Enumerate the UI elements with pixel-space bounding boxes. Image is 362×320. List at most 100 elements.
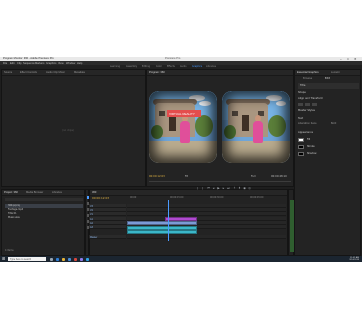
timeline-clip-video[interactable] [127,221,197,225]
section-align: Align and Transform [298,97,323,100]
stroke-swatch[interactable] [298,145,304,149]
track-header-master[interactable]: Master [89,235,126,239]
tab-essential-graphics[interactable]: Essential Graphics [297,71,319,74]
shadow-swatch[interactable] [298,152,304,156]
system-clock[interactable]: 11:42 AM 3/14/2018 [349,257,359,262]
align-center-icon[interactable] [305,103,310,106]
step-back-icon[interactable]: ◂ [212,187,215,190]
project-search-input[interactable] [5,198,83,201]
track-v1[interactable] [127,212,286,216]
tab-project[interactable]: Project: 360 [4,191,18,194]
timeline-playhead[interactable] [168,200,169,241]
timeline-timecode[interactable]: 00:00:12:03 [92,197,109,200]
workspace-tab-assembly[interactable]: Assembly [126,65,137,68]
audio-meters [288,189,294,256]
layer-list: Title [298,83,359,89]
title-overlay-text: VIRTUAL REALITY [169,111,195,116]
ruler-label: 00:00:30:00 [210,196,224,199]
meter-right [292,200,294,252]
lens-vignette [222,91,290,163]
title-text-overlay[interactable]: VIRTUAL REALITY [167,110,201,117]
mark-in-icon[interactable]: { [196,187,199,190]
stroke-label: Stroke [307,145,315,148]
chrome-icon[interactable] [74,257,77,261]
windows-start-icon[interactable]: ⊞ [2,257,5,261]
align-left-icon[interactable] [298,103,303,106]
premiere-icon[interactable] [80,257,83,261]
extract-icon[interactable]: ⇞ [238,187,241,190]
go-to-in-icon[interactable]: ⏮ [207,187,210,190]
program-timecode[interactable]: 00:00:12:03 [149,175,165,179]
essential-graphics-panel: Essential Graphics Lumetri Browse Edit T… [294,69,361,256]
workspace-tab-learning[interactable]: Learning [110,65,120,68]
duration-timecode: 00:00:48:10 [271,175,287,178]
project-panel: Project: 360 Media Browser Libraries 360… [1,189,85,256]
tab-sequence[interactable]: 360 [92,191,96,194]
source-empty-text: (no clips) [62,129,74,132]
subtab-edit[interactable]: Edit [325,77,330,81]
source-panel: Source Effect Controls Audio Clip Mixer … [1,69,146,187]
fit-dropdown[interactable]: Fit [185,175,188,179]
tab-program[interactable]: Program: 360 [149,71,165,74]
ruler-label: 00:00:15:00 [170,196,184,199]
source-tabs: Source Effect Controls Audio Clip Mixer … [2,70,145,76]
workspace-tab-libraries[interactable]: Libraries [206,65,216,68]
photoshop-icon[interactable] [86,257,89,261]
tab-effect-controls[interactable]: Effect Controls [20,71,37,74]
program-tabs: Program: 360 [147,70,293,76]
fill-swatch[interactable] [298,138,304,142]
essential-graphics-tabs: Essential Graphics Lumetri [295,70,360,76]
workspace-tab-graphics[interactable]: Graphics [192,65,202,68]
workspace-tab-color[interactable]: Color [156,65,162,68]
section-appearance: Appearance [298,131,314,134]
track-header-v1[interactable]: V1 [89,212,126,216]
section-text: Text [298,117,304,120]
project-item-count: 4 Items [5,249,14,252]
quality-dropdown[interactable]: Full [251,175,255,179]
mark-out-icon[interactable]: } [201,187,204,190]
vr-view-right[interactable] [222,91,290,163]
step-forward-icon[interactable]: ▸ [222,187,225,190]
play-icon[interactable]: ▶ [217,187,220,190]
lift-icon[interactable]: ⇡ [233,187,236,190]
taskbar: ⊞ Type here to search 11:42 AM 3/14/2018 [0,256,362,262]
shadow-label: Shadow [307,152,317,155]
window-title: Program Monitor: 360 - Adobe Premiere Pr… [3,57,54,60]
task-view-icon[interactable] [50,257,53,261]
tab-media-browser[interactable]: Media Browser [26,191,43,194]
layer-title[interactable]: Title [300,84,305,88]
timeline-clip-music[interactable] [127,230,197,234]
tab-libraries[interactable]: Libraries [52,191,62,194]
tab-lumetri[interactable]: Lumetri [331,71,340,74]
font-dropdown[interactable]: Liberation Sans [298,122,317,125]
ruler-label: 00:00:45:00 [250,196,264,199]
vr-toggle-icon[interactable]: ◎ [248,187,251,190]
workspace-tab-audio[interactable]: Audio [180,65,187,68]
go-to-out-icon[interactable]: ⏭ [227,187,230,190]
section-master-styles: Master Styles [298,109,315,112]
list-item[interactable]: Music.wav [5,216,83,220]
taskbar-search-input[interactable]: Type here to search [8,257,46,261]
tab-metadata[interactable]: Metadata [74,71,85,74]
project-tabs: Project: 360 Media Browser Libraries [2,190,84,196]
store-icon[interactable] [68,257,71,261]
fill-label: Fill [307,138,311,141]
vr-view-left[interactable] [149,91,217,163]
align-right-icon[interactable] [312,103,317,106]
track-header-a3[interactable]: A3 [89,225,126,229]
export-frame-icon[interactable]: ◉ [243,187,246,190]
tab-audio-clip-mixer[interactable]: Audio Clip Mixer [46,71,65,74]
explorer-icon[interactable] [62,257,65,261]
workspace-tab-editing[interactable]: Editing [142,65,150,68]
clock-date: 3/14/2018 [349,259,359,262]
section-shape: Shape [298,91,306,94]
lens-vignette [149,91,217,163]
track-master[interactable] [127,235,286,239]
font-style-dropdown[interactable]: Bold [331,122,336,125]
tab-source[interactable]: Source [4,71,12,74]
workspace-tab-effects[interactable]: Effects [167,65,175,68]
window-caption: Premiere Pro [165,57,181,60]
playhead-bar[interactable] [149,181,291,182]
subtab-browse[interactable]: Browse [303,77,312,81]
edge-icon[interactable] [56,257,59,261]
